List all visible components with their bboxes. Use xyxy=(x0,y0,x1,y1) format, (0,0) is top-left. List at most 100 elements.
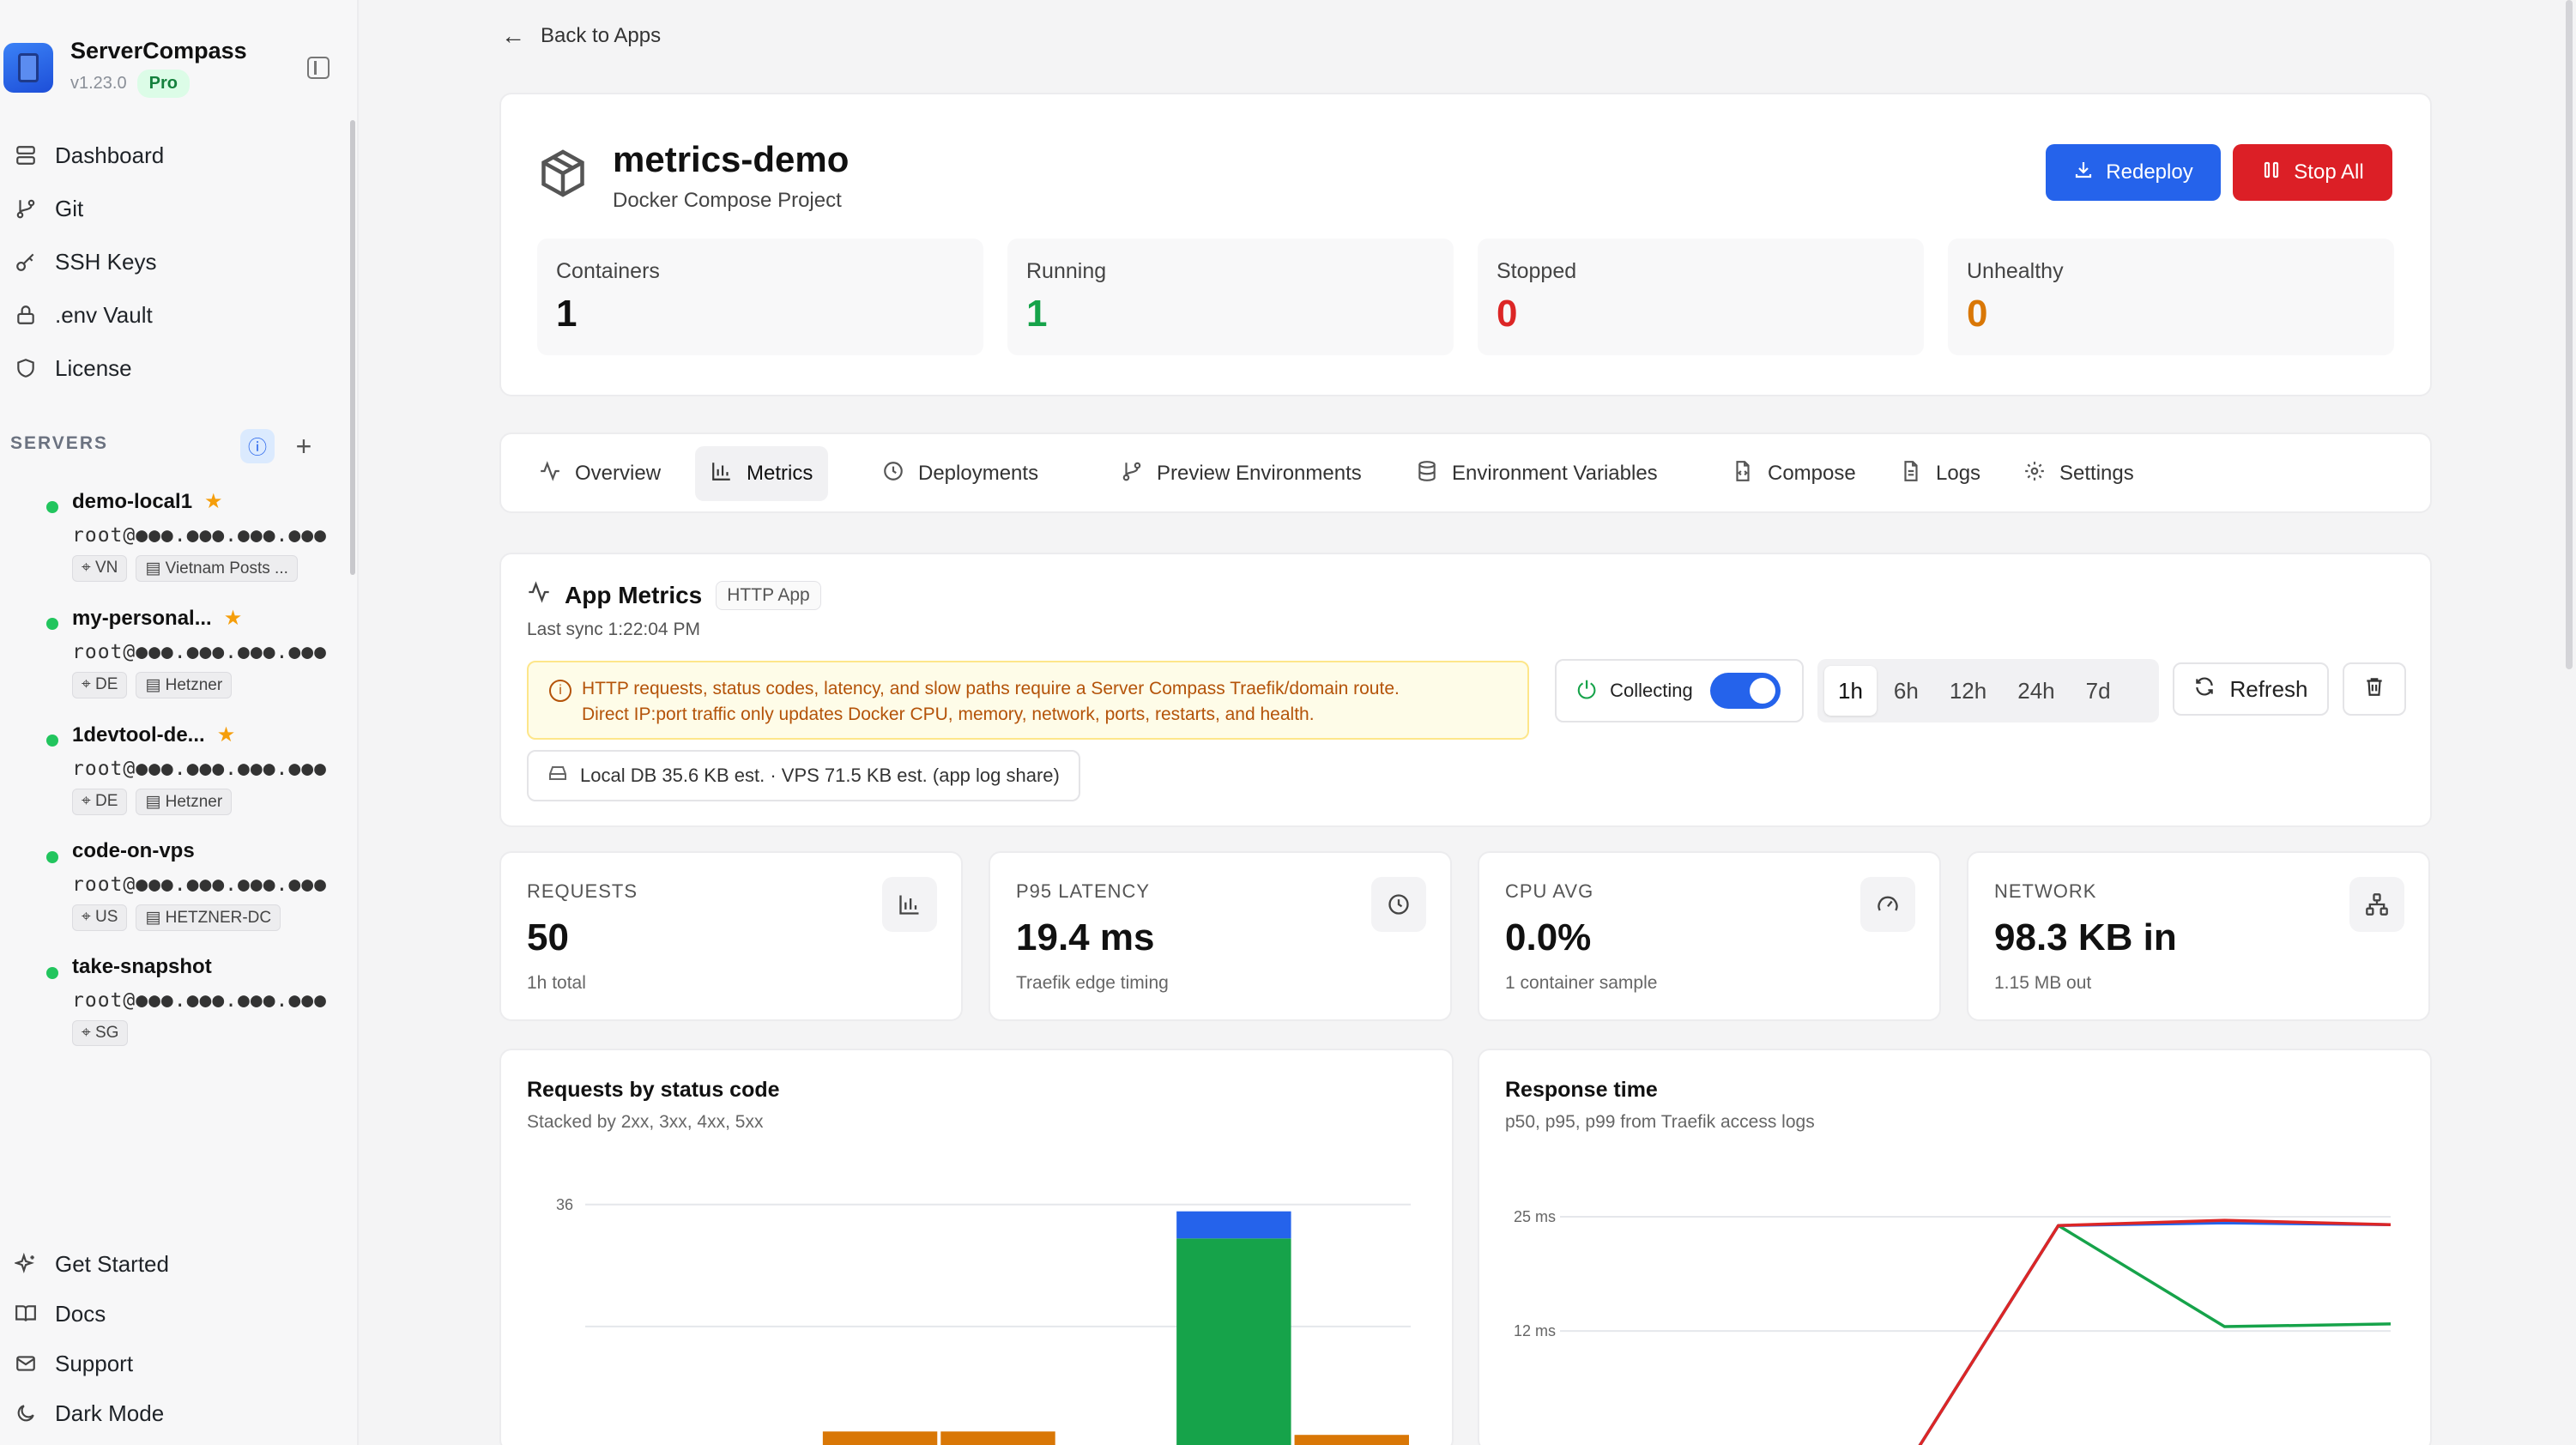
kpi-p95-latency: P95 LATENCY 19.4 ms Traefik edge timing xyxy=(989,851,1452,1021)
tab-overview[interactable]: Overview xyxy=(523,446,676,501)
tab-compose[interactable]: Compose xyxy=(1716,446,1872,501)
server-item[interactable]: demo-local1 ★ root@●●●.●●●.●●●.●●● ⌖ VN ▤… xyxy=(0,489,352,582)
range-1h[interactable]: 1h xyxy=(1824,666,1877,716)
nav-item-env-vault[interactable]: .env Vault xyxy=(0,288,343,342)
redeploy-label: Redeploy xyxy=(2106,160,2193,184)
response-time-chart: Response time p50, p95, p99 from Traefik… xyxy=(1478,1049,2432,1445)
server-host: root@●●●.●●●.●●●.●●● xyxy=(72,641,327,663)
tab-label: Overview xyxy=(575,462,662,485)
server-item[interactable]: take-snapshot root@●●●.●●●.●●●.●●● ⌖ SG xyxy=(0,955,352,1046)
book-icon xyxy=(14,1302,38,1326)
main-content: ← Back to Apps metrics-demo Docker Compo… xyxy=(360,0,2562,1445)
redeploy-button[interactable]: Redeploy xyxy=(2046,144,2221,201)
refresh-label: Refresh xyxy=(2229,675,2308,702)
app-metrics-heading: App Metrics HTTP App xyxy=(527,580,821,610)
stop-icon xyxy=(2261,160,2282,186)
kpi-sub: Traefik edge timing xyxy=(1016,973,1169,993)
kpi-label: REQUESTS xyxy=(527,880,638,902)
storage-info-text: Local DB 35.6 KB est. · VPS 71.5 KB est.… xyxy=(580,765,1060,786)
nav-label: Dashboard xyxy=(55,142,165,168)
nav-item-dark-mode[interactable]: Dark Mode xyxy=(0,1388,343,1438)
server-host: root@●●●.●●●.●●●.●●● xyxy=(72,989,327,1012)
kpi-value: 50 xyxy=(527,916,569,958)
nav-item-dashboard[interactable]: Dashboard xyxy=(0,129,343,182)
collapse-sidebar-icon[interactable] xyxy=(307,57,330,79)
stop-label: Stop All xyxy=(2294,160,2364,184)
nav-label: Dark Mode xyxy=(55,1400,165,1426)
tab-preview-environments[interactable]: Preview Environments xyxy=(1105,446,1377,501)
response-time-plot: 25 ms 12 ms xyxy=(1514,1208,2392,1445)
key-icon xyxy=(14,250,38,274)
tab-deployments[interactable]: Deployments xyxy=(867,446,1054,501)
server-list: demo-local1 ★ root@●●●.●●●.●●●.●●● ⌖ VN ▤… xyxy=(0,489,352,1224)
kpi-label: CPU AVG xyxy=(1505,880,1594,902)
add-server-icon[interactable]: + xyxy=(292,429,316,463)
collecting-toggle[interactable] xyxy=(1709,673,1781,709)
sidebar-scrollbar[interactable] xyxy=(350,120,355,575)
page-title: metrics-demo xyxy=(613,139,850,179)
nav-label: .env Vault xyxy=(55,301,153,328)
range-24h[interactable]: 24h xyxy=(2004,666,2068,716)
refresh-button[interactable]: Refresh xyxy=(2173,662,2329,716)
gauge-icon xyxy=(1860,877,1915,932)
series-line xyxy=(1918,1224,2392,1445)
nav-item-license[interactable]: License xyxy=(0,342,343,395)
app-version: v1.23.0 xyxy=(70,74,127,93)
kpi-value: 98.3 KB in xyxy=(1994,916,2177,958)
main-scrollbar[interactable] xyxy=(2566,0,2573,669)
status-code-chart: Requests by status code Stacked by 2xx, … xyxy=(499,1049,1454,1445)
range-12h[interactable]: 12h xyxy=(1936,666,2000,716)
app-metrics-panel: App Metrics HTTP App Last sync 1:22:04 P… xyxy=(499,553,2432,827)
star-icon[interactable]: ★ xyxy=(224,606,243,631)
bar-segment xyxy=(1294,1435,1409,1445)
provider-tag: ▤ Vietnam Posts ... xyxy=(136,555,298,582)
nav-item-docs[interactable]: Docs xyxy=(0,1289,343,1339)
stat-label: Unhealthy xyxy=(1967,259,2064,283)
nav-label: Get Started xyxy=(55,1250,169,1277)
nav-item-support[interactable]: Support xyxy=(0,1339,343,1388)
nav-item-get-started[interactable]: Get Started xyxy=(0,1239,343,1289)
star-icon[interactable]: ★ xyxy=(204,489,223,514)
activity-icon xyxy=(539,460,561,488)
warning-line-1: HTTP requests, status codes, latency, an… xyxy=(582,679,1400,698)
server-item[interactable]: 1devtool-de... ★ root@●●●.●●●.●●●.●●● ⌖ D… xyxy=(0,722,352,815)
nav-label: Support xyxy=(55,1350,134,1376)
stop-all-button[interactable]: Stop All xyxy=(2233,144,2392,201)
info-icon[interactable]: ⓘ xyxy=(240,429,275,463)
bar-segment xyxy=(940,1431,1055,1445)
range-6h[interactable]: 6h xyxy=(1880,666,1932,716)
nav-item-git[interactable]: Git xyxy=(0,182,343,235)
nav-item-ssh-keys[interactable]: SSH Keys xyxy=(0,235,343,288)
server-name: demo-local1 xyxy=(72,489,193,513)
sparkles-icon xyxy=(14,1252,38,1276)
server-item[interactable]: code-on-vps root@●●●.●●●.●●●.●●● ⌖ US ▤ … xyxy=(0,839,352,931)
tab-metrics[interactable]: Metrics xyxy=(695,446,829,501)
lock-icon xyxy=(14,303,38,327)
bar-segment xyxy=(822,1431,938,1445)
delete-metrics-button[interactable] xyxy=(2343,662,2406,716)
trash-icon xyxy=(2363,675,2386,704)
range-7d[interactable]: 7d xyxy=(2072,666,2125,716)
kpi-label: P95 LATENCY xyxy=(1016,880,1151,902)
stat-unhealthy: Unhealthy 0 xyxy=(1948,239,2394,355)
stat-label: Running xyxy=(1026,259,1107,283)
stat-stopped: Stopped 0 xyxy=(1478,239,1924,355)
nav-label: SSH Keys xyxy=(55,248,157,275)
app-logo xyxy=(3,43,53,93)
moon-icon xyxy=(14,1401,38,1425)
shield-icon xyxy=(14,356,38,380)
bar-segment xyxy=(1176,1238,1291,1445)
download-icon xyxy=(2073,160,2094,186)
server-item[interactable]: my-personal... ★ root@●●●.●●●.●●●.●●● ⌖ D… xyxy=(0,606,352,698)
file-text-icon xyxy=(1900,460,1922,488)
kpi-sub: 1.15 MB out xyxy=(1994,973,2092,993)
server-icon xyxy=(14,143,38,167)
tab-environment-variables[interactable]: Environment Variables xyxy=(1400,446,1673,501)
tab-logs[interactable]: Logs xyxy=(1884,446,1996,501)
main-nav: Dashboard Git SSH Keys .env Vault Licens… xyxy=(0,129,343,395)
location-tag: ⌖ DE xyxy=(72,672,128,698)
tab-settings[interactable]: Settings xyxy=(2008,446,2150,501)
star-icon[interactable]: ★ xyxy=(217,722,236,747)
y-tick-label: 12 ms xyxy=(1514,1322,1556,1339)
back-to-apps-link[interactable]: ← Back to Apps xyxy=(501,22,661,50)
